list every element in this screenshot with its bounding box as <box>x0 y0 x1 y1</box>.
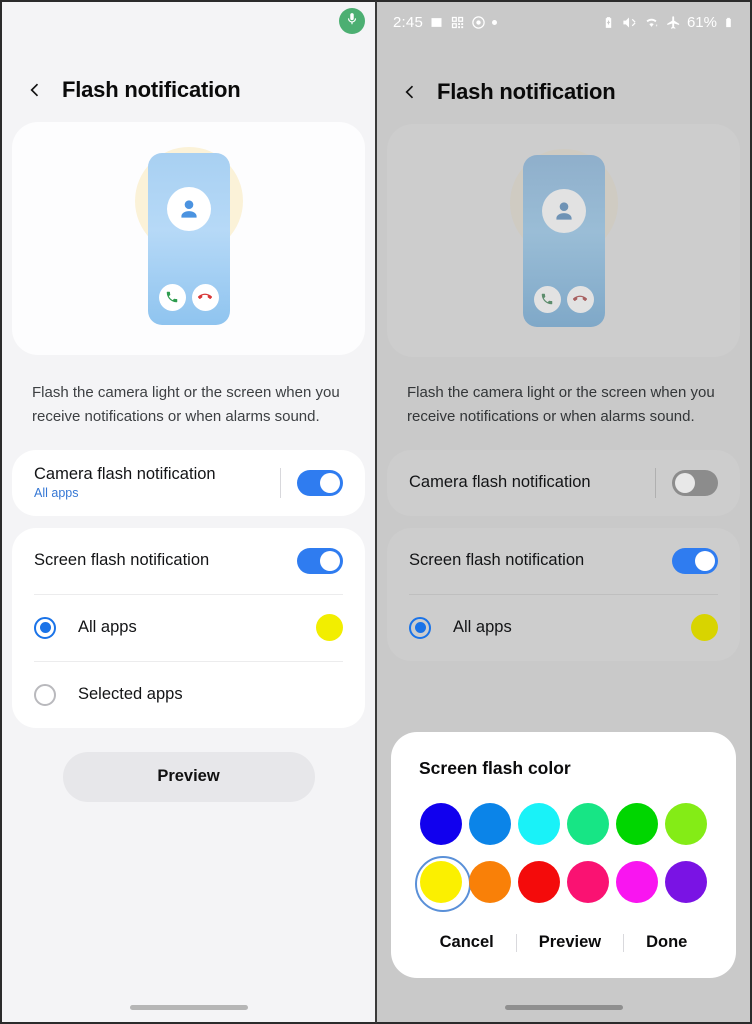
camera-flash-notification-row[interactable]: Camera flash notification All apps <box>12 450 365 516</box>
back-chevron-icon[interactable] <box>397 79 423 105</box>
preview-button[interactable]: Preview <box>62 751 315 802</box>
page-title: Flash notification <box>437 79 616 104</box>
color-swatch-orange[interactable] <box>469 861 512 903</box>
battery-saver-icon <box>602 15 615 30</box>
color-swatch-violet[interactable] <box>664 861 707 903</box>
camera-flash-subtitle[interactable]: All apps <box>34 486 280 500</box>
qr-code-icon <box>450 15 465 30</box>
gesture-bar[interactable] <box>504 1005 623 1010</box>
screen-flash-title: Screen flash notification <box>409 551 585 570</box>
gesture-bar[interactable] <box>129 1005 248 1010</box>
phone-accept-icon <box>533 285 561 313</box>
screenshot-root: Flash notification Flash the camera ligh… <box>0 0 752 1024</box>
toggle-knob <box>320 472 340 493</box>
color-swatch-cyan[interactable] <box>518 803 561 845</box>
color-swatch-lime[interactable] <box>664 803 707 845</box>
all-apps-label: All apps <box>78 618 137 637</box>
screen-flash-notification-row[interactable]: Screen flash notification <box>387 528 740 594</box>
microphone-icon <box>345 12 359 31</box>
target-icon <box>471 15 486 30</box>
selected-apps-label: Selected apps <box>78 685 183 704</box>
color-swatch-pink[interactable] <box>566 861 609 903</box>
screen-flash-toggle[interactable] <box>672 547 718 574</box>
color-swatch-magenta[interactable] <box>615 861 658 903</box>
color-swatch-azure[interactable] <box>469 803 512 845</box>
phone-reject-icon <box>566 285 594 313</box>
dialog-title: Screen flash color <box>419 758 571 778</box>
cancel-button[interactable]: Cancel <box>418 933 516 952</box>
airplane-mode-icon <box>666 15 681 30</box>
color-swatch-yellow[interactable] <box>415 856 472 912</box>
camera-flash-card: Camera flash notification <box>387 449 740 516</box>
screen-flash-title: Screen flash notification <box>34 551 210 570</box>
selected-apps-row[interactable]: Selected apps <box>12 662 365 728</box>
selected-color-swatch[interactable] <box>691 614 718 642</box>
color-swatch-red[interactable] <box>518 861 561 903</box>
camera-flash-notification-row[interactable]: Camera flash notification <box>387 450 740 516</box>
done-button[interactable]: Done <box>624 933 709 952</box>
right-illustration-card <box>387 124 740 357</box>
camera-flash-title: Camera flash notification <box>34 465 216 484</box>
screen-flash-card: Screen flash notification All apps Selec… <box>12 527 365 728</box>
camera-flash-title: Camera flash notification <box>409 473 591 492</box>
right-description-text: Flash the camera light or the screen whe… <box>407 384 715 426</box>
status-bar: 2:45 61% <box>377 2 750 42</box>
screen-flash-color-dialog: Screen flash color Cancel Preview Done <box>391 732 736 978</box>
vertical-divider <box>655 467 656 498</box>
left-illustration-card <box>12 122 365 355</box>
camera-flash-toggle[interactable] <box>672 469 718 496</box>
all-apps-row[interactable]: All apps <box>387 595 740 661</box>
left-description-text: Flash the camera light or the screen whe… <box>32 384 340 426</box>
all-apps-label: All apps <box>453 618 512 637</box>
person-avatar-icon <box>541 188 586 233</box>
battery-icon <box>723 15 734 30</box>
camera-flash-card: Camera flash notification All apps <box>12 449 365 516</box>
screen-flash-toggle[interactable] <box>297 547 343 574</box>
page-title: Flash notification <box>62 77 241 102</box>
phone-body-graphic <box>147 152 230 325</box>
toggle-knob <box>320 550 340 571</box>
back-chevron-icon[interactable] <box>22 77 48 103</box>
left-app-bar: Flash notification <box>2 58 375 122</box>
phone-body-graphic <box>522 154 605 327</box>
color-swatch-blue[interactable] <box>420 803 463 845</box>
status-time: 2:45 <box>393 13 423 31</box>
dot-icon <box>492 19 497 25</box>
incoming-call-illustration <box>489 141 639 341</box>
wifi-icon <box>643 15 660 30</box>
toggle-knob <box>695 550 715 571</box>
screen-flash-notification-row[interactable]: Screen flash notification <box>12 528 365 594</box>
microphone-badge[interactable] <box>339 8 365 34</box>
image-icon <box>429 15 444 30</box>
incoming-call-illustration <box>114 139 264 339</box>
right-phone-screen: 2:45 61% Flash notification Flash the ca… <box>376 0 752 1024</box>
vertical-divider <box>280 467 281 498</box>
color-swatch-green[interactable] <box>615 803 658 845</box>
left-phone-screen: Flash notification Flash the camera ligh… <box>0 0 376 1024</box>
all-apps-radio[interactable] <box>409 616 431 639</box>
phone-accept-icon <box>158 283 186 311</box>
preview-button[interactable]: Preview <box>517 933 623 952</box>
all-apps-radio[interactable] <box>34 616 56 639</box>
right-app-bar: Flash notification <box>377 60 750 124</box>
preview-button-container: Preview <box>2 740 375 802</box>
mute-icon <box>621 15 637 30</box>
phone-reject-icon <box>191 283 219 311</box>
dialog-actions: Cancel Preview Done <box>391 903 736 978</box>
selected-color-swatch[interactable] <box>316 614 343 642</box>
screen-flash-card: Screen flash notification All apps <box>387 527 740 661</box>
color-swatch-grid <box>391 779 736 912</box>
color-swatch-spring-green[interactable] <box>566 803 609 845</box>
selected-apps-radio[interactable] <box>34 683 56 706</box>
battery-percent: 61% <box>686 13 717 31</box>
toggle-knob <box>675 472 695 493</box>
camera-flash-toggle[interactable] <box>297 469 343 496</box>
all-apps-row[interactable]: All apps <box>12 595 365 661</box>
person-avatar-icon <box>166 186 211 231</box>
